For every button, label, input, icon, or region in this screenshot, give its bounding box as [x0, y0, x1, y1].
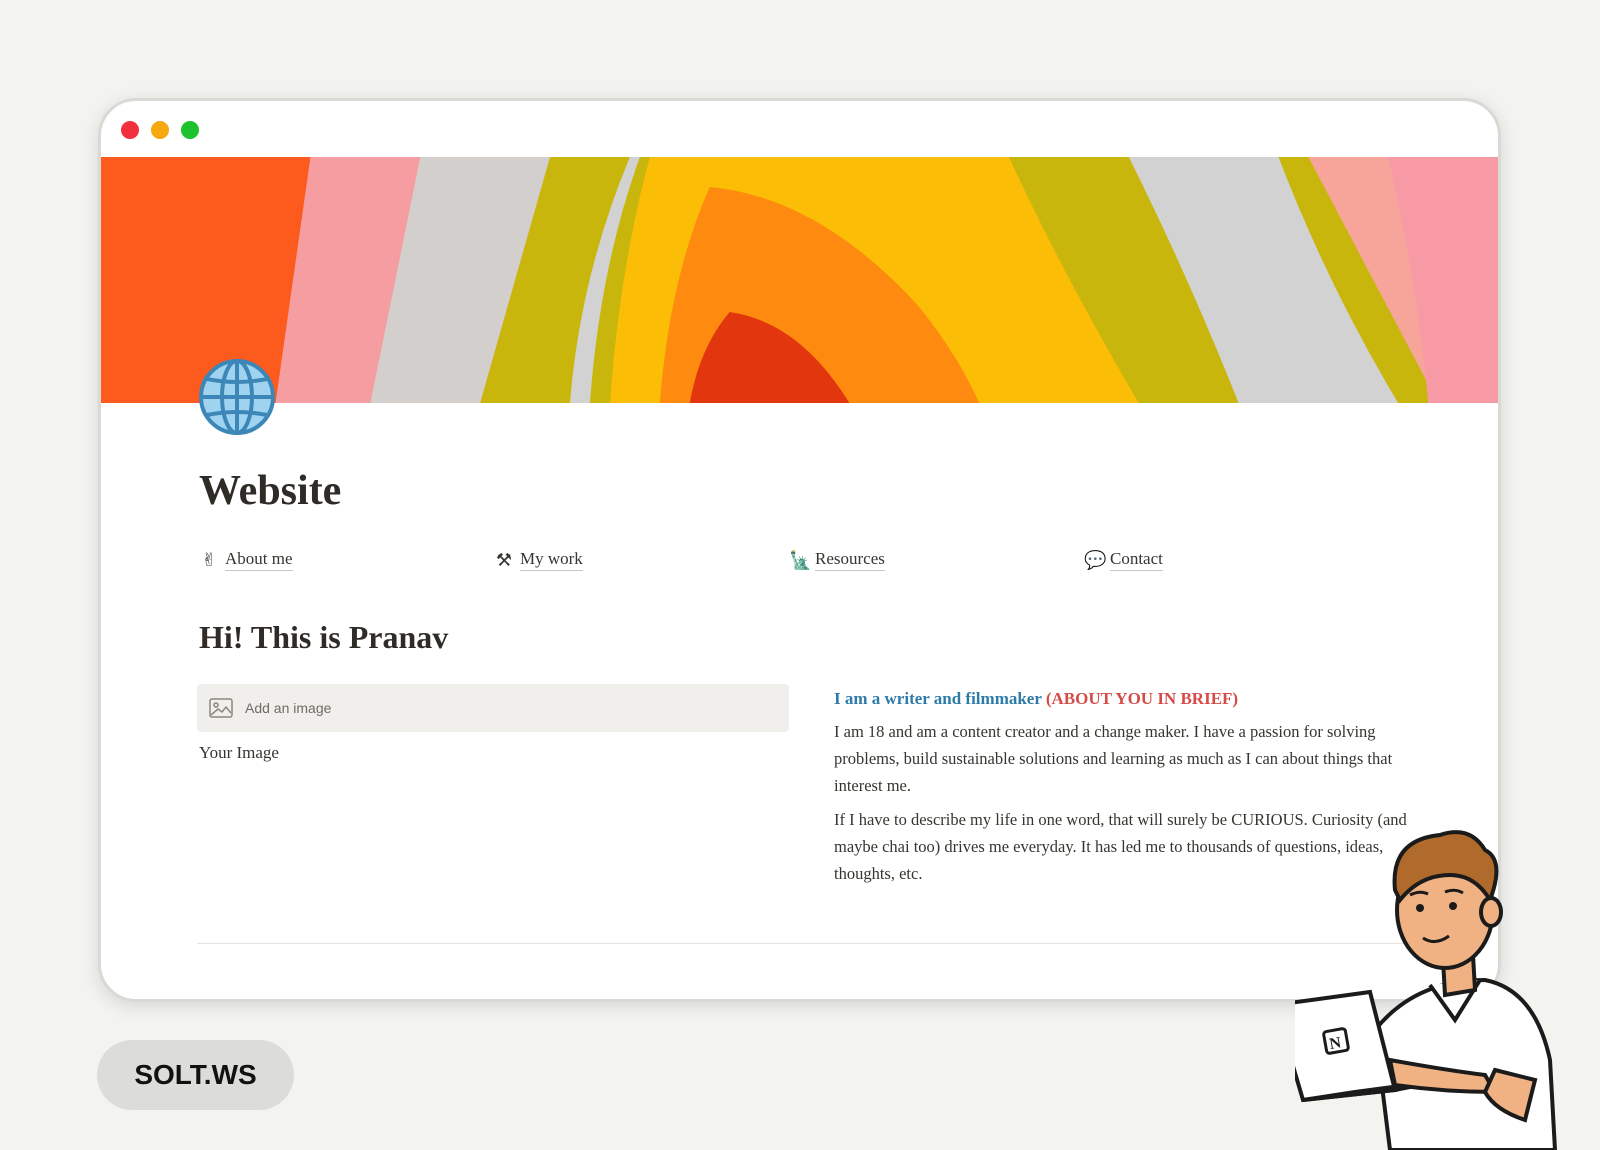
nav-link-label: Contact	[1110, 549, 1163, 571]
hammer-wrench-icon: ⚒	[495, 549, 513, 571]
close-window-button[interactable]	[121, 121, 139, 139]
add-image-button[interactable]: Add an image	[197, 684, 789, 732]
victory-hand-icon: ✌	[201, 549, 217, 571]
minimize-window-button[interactable]	[151, 121, 169, 139]
nav-link-label: My work	[520, 549, 583, 571]
tagline-main: I am a writer and filmmaker	[834, 689, 1042, 708]
nav-link-my-work[interactable]: ⚒ My work	[494, 549, 583, 571]
speech-bubble-icon: 💬	[1084, 549, 1107, 571]
add-image-label: Add an image	[245, 700, 332, 716]
window-titlebar	[101, 101, 1498, 157]
image-caption: Your Image	[199, 743, 279, 762]
about-paragraph-1: I am 18 and am a content creator and a c…	[834, 722, 1393, 795]
tagline: I am a writer and filmmaker (ABOUT YOU I…	[834, 685, 1434, 712]
nav-link-label: Resources	[815, 549, 885, 571]
nav-link-contact[interactable]: 💬 Contact	[1084, 549, 1163, 571]
maximize-window-button[interactable]	[181, 121, 199, 139]
brand-badge: SOLT.WS	[97, 1040, 294, 1110]
nav-link-label: About me	[225, 549, 293, 571]
divider	[197, 943, 1437, 944]
nav-link-about-me[interactable]: ✌ About me	[199, 549, 293, 571]
person-with-laptop-illustration: N	[1272, 830, 1595, 1150]
intro-heading: Hi! This is Pranav	[199, 619, 449, 655]
statue-of-liberty-icon: 🗽	[789, 549, 812, 571]
globe-icon[interactable]	[197, 357, 277, 437]
page-navigation: ✌ About me ⚒ My work 🗽 Resources 💬 Conta…	[199, 549, 1399, 579]
image-icon	[209, 698, 233, 718]
page-title: Website	[199, 468, 342, 514]
cover-image	[101, 157, 1498, 403]
browser-window: Website ✌ About me ⚒ My work 🗽 Resources…	[98, 98, 1501, 1002]
nav-link-resources[interactable]: 🗽 Resources	[789, 549, 885, 571]
tagline-hint: (ABOUT YOU IN BRIEF)	[1045, 689, 1239, 708]
